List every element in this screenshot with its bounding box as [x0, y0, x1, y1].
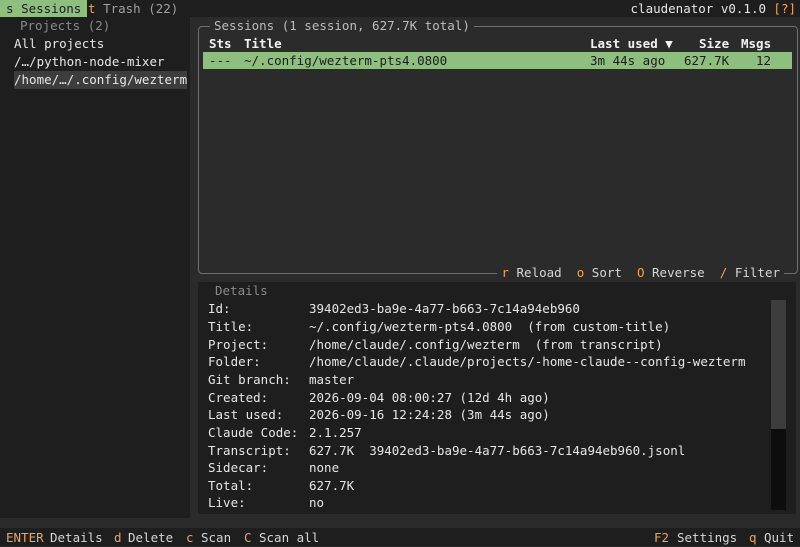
- tab-sessions-key: s: [6, 1, 14, 16]
- projects-pane: Projects (2) All projects /…/python-node…: [0, 17, 190, 518]
- detail-label-last-used: Last used:: [208, 407, 284, 422]
- detail-label-sidecar: Sidecar:: [208, 460, 269, 475]
- column-title[interactable]: Title: [244, 35, 282, 53]
- row-sts: ---: [209, 53, 232, 68]
- detail-value-title: ~/.config/wezterm-pts4.0800 (from custom…: [309, 319, 671, 334]
- project-all[interactable]: All projects: [14, 35, 104, 53]
- help-button[interactable]: [?]: [773, 0, 796, 18]
- detail-label-id: Id:: [208, 301, 231, 316]
- details-title: Details: [215, 283, 268, 298]
- tab-sessions[interactable]: s Sessions: [0, 0, 88, 17]
- quit-action[interactable]: Quit: [764, 529, 794, 547]
- row-last-used: 3m 44s ago: [590, 53, 666, 68]
- row-title: ~/.config/wezterm-pts4.0800: [244, 53, 448, 68]
- detail-label-live: Live:: [208, 495, 246, 510]
- scan-action[interactable]: Scan: [201, 529, 231, 547]
- detail-label-claude-code: Claude Code:: [208, 425, 299, 440]
- reload-key[interactable]: r: [501, 265, 509, 280]
- delete-action[interactable]: Delete: [128, 529, 173, 547]
- column-msgs[interactable]: Msgs: [741, 35, 771, 53]
- project-python-node-mixer[interactable]: /…/python-node-mixer: [14, 53, 165, 71]
- detail-value-sidecar: none: [309, 460, 340, 475]
- column-sts[interactable]: Sts: [209, 35, 232, 53]
- row-size: 627.7K: [684, 53, 730, 68]
- detail-value-created: 2026-09-04 08:00:27 (12d 4h ago): [309, 390, 550, 405]
- tab-trash-key: t: [88, 1, 96, 16]
- detail-label-total: Total:: [208, 478, 254, 493]
- reload-label[interactable]: Reload: [517, 265, 562, 280]
- scan-all-key[interactable]: C: [244, 529, 252, 547]
- enter-key[interactable]: ENTER: [6, 529, 44, 547]
- tab-trash[interactable]: t Trash (22): [88, 0, 178, 18]
- sessions-title: Sessions (1 session, 627.7K total): [210, 17, 474, 35]
- sort-label[interactable]: Sort: [592, 265, 622, 280]
- filter-label[interactable]: Filter: [735, 265, 780, 280]
- quit-key[interactable]: q: [749, 529, 757, 547]
- reverse-key[interactable]: O: [637, 265, 645, 280]
- detail-value-transcript: 627.7K 39402ed3-ba9e-4a77-b663-7c14a94eb…: [309, 443, 686, 458]
- project-wezterm[interactable]: /home/…/.config/wezterm: [14, 71, 188, 89]
- sort-key[interactable]: o: [577, 265, 585, 280]
- detail-label-title: Title:: [208, 319, 254, 334]
- scan-all-action[interactable]: Scan all: [259, 529, 319, 547]
- detail-value-folder: /home/claude/.claude/projects/-home-clau…: [309, 354, 746, 369]
- detail-label-created: Created:: [208, 390, 269, 405]
- detail-label-folder: Folder:: [208, 354, 261, 369]
- projects-title: Projects (2): [20, 18, 111, 33]
- detail-value-last-used: 2026-09-16 12:24:28 (3m 44s ago): [309, 407, 550, 422]
- scan-key[interactable]: c: [186, 529, 194, 547]
- detail-value-total: 627.7K: [309, 478, 355, 493]
- tab-sessions-label: Sessions: [21, 1, 82, 16]
- detail-value-project: /home/claude/.config/wezterm (from trans…: [309, 337, 663, 352]
- details-action[interactable]: Details: [50, 529, 103, 547]
- filter-key[interactable]: /: [720, 265, 728, 280]
- settings-action[interactable]: Settings: [677, 529, 737, 547]
- detail-value-claude-code: 2.1.257: [309, 425, 362, 440]
- sessions-footer: r Reload o Sort O Reverse / Filter: [497, 264, 784, 282]
- row-msgs: 12: [756, 53, 772, 68]
- column-last-used[interactable]: Last used ▼: [590, 35, 673, 53]
- detail-label-git-branch: Git branch:: [208, 372, 291, 387]
- tab-trash-label: Trash (22): [103, 1, 179, 16]
- top-bar: s Sessions t Trash (22) claudenator v0.1…: [0, 0, 800, 17]
- delete-key[interactable]: d: [114, 529, 122, 547]
- settings-key[interactable]: F2: [654, 529, 669, 547]
- bottom-bar: ENTER Details d Delete c Scan C Scan all…: [0, 528, 800, 546]
- details-scrollbar-thumb[interactable]: [771, 429, 786, 510]
- reverse-label[interactable]: Reverse: [652, 265, 705, 280]
- detail-value-id: 39402ed3-ba9e-4a77-b663-7c14a94eb960: [309, 301, 580, 316]
- detail-label-project: Project:: [208, 337, 269, 352]
- column-size[interactable]: Size: [699, 35, 729, 53]
- detail-value-git-branch: master: [309, 372, 355, 387]
- table-row[interactable]: --- ~/.config/wezterm-pts4.0800 3m 44s a…: [203, 52, 792, 69]
- detail-value-live: no: [309, 495, 325, 510]
- detail-label-transcript: Transcript:: [208, 443, 291, 458]
- app-version: claudenator v0.1.0: [630, 1, 766, 16]
